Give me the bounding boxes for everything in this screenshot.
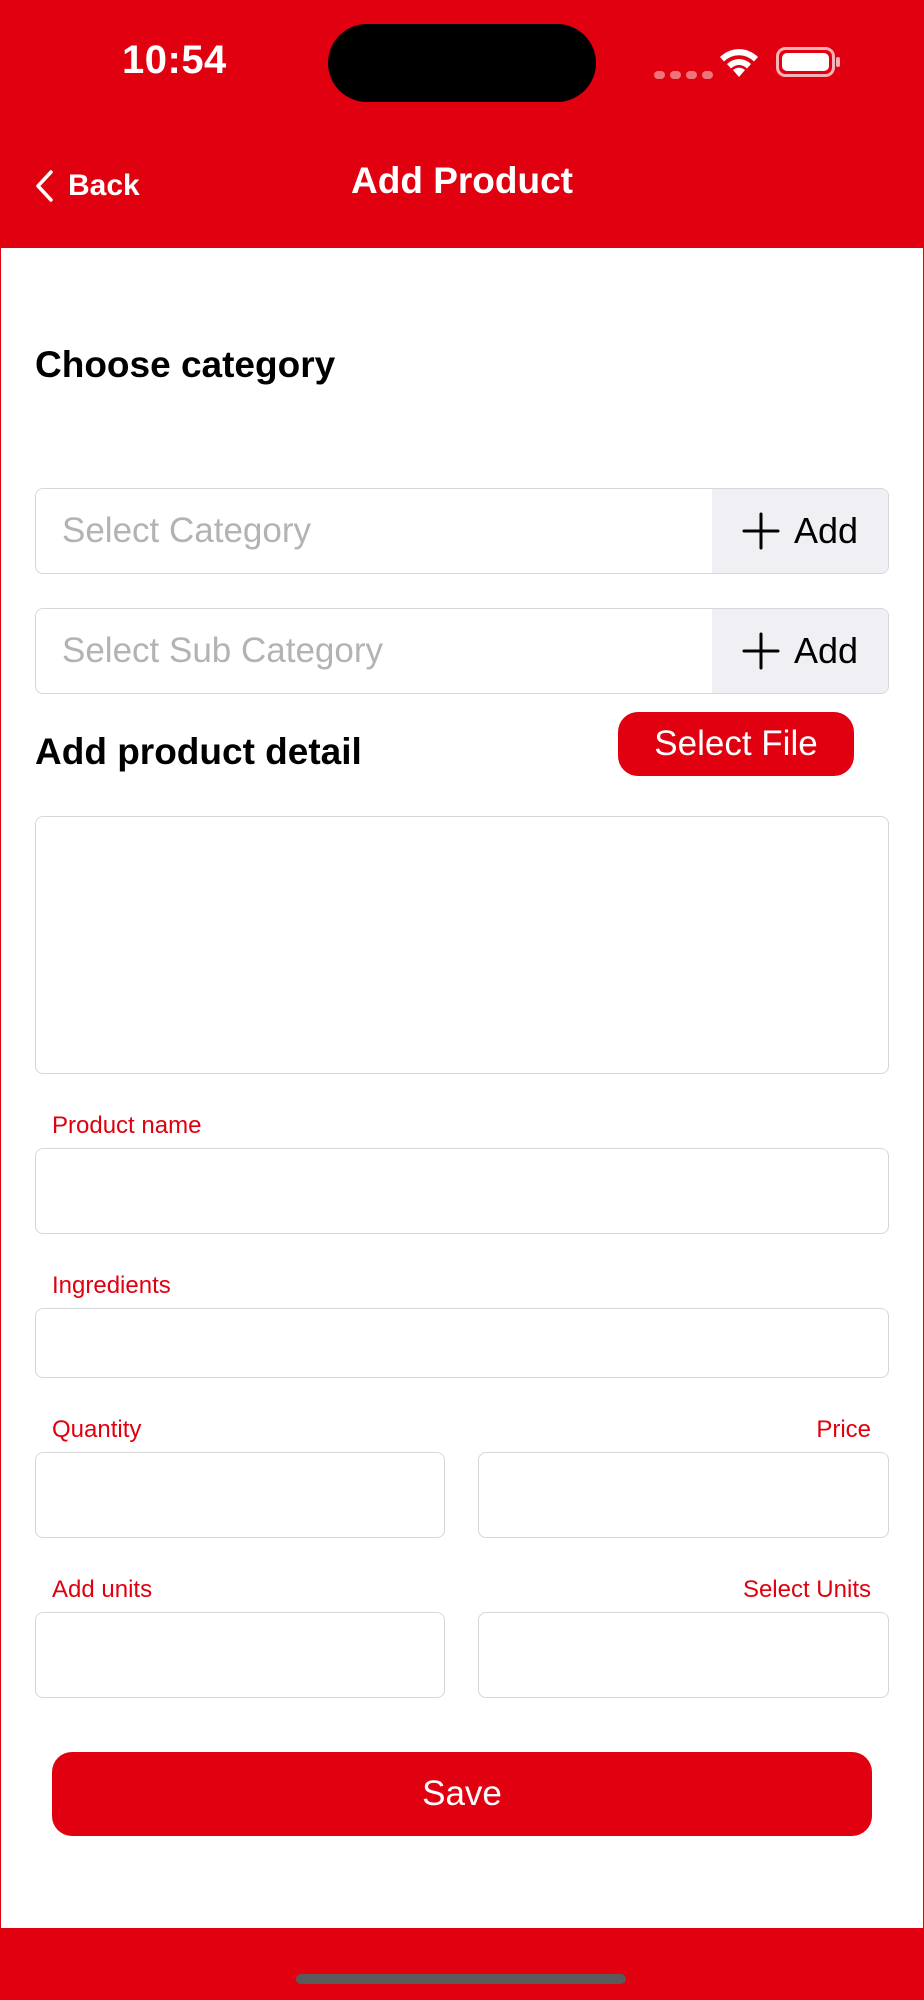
- choose-category-heading: Choose category: [35, 344, 336, 385]
- price-input[interactable]: [478, 1452, 889, 1538]
- add-sub-category-label: Add: [793, 630, 859, 671]
- plus-icon: [742, 632, 780, 670]
- select-sub-category-placeholder: Select Sub Category: [62, 631, 384, 670]
- dynamic-island: [328, 24, 596, 102]
- ingredients-input[interactable]: [35, 1308, 889, 1378]
- add-product-screen: 10:54 Back Add Product Choose category S…: [0, 0, 924, 2000]
- add-category-button[interactable]: Add: [712, 489, 888, 573]
- price-label: Price: [816, 1416, 871, 1443]
- home-indicator[interactable]: [296, 1974, 626, 1984]
- quantity-label: Quantity: [52, 1416, 142, 1443]
- select-units-dropdown[interactable]: [478, 1612, 889, 1698]
- battery-icon: [776, 47, 840, 77]
- add-category-label: Add: [793, 510, 859, 551]
- select-category-field[interactable]: Select Category Add: [35, 488, 889, 574]
- add-sub-category-button[interactable]: Add: [712, 609, 888, 693]
- select-sub-category-field[interactable]: Select Sub Category Add: [35, 608, 889, 694]
- product-detail-textarea[interactable]: [35, 816, 889, 1074]
- page-title: Add Product: [351, 160, 573, 201]
- product-name-input[interactable]: [35, 1148, 889, 1234]
- footer-bar: [0, 1928, 924, 2000]
- product-name-label: Product name: [52, 1112, 202, 1139]
- select-units-label: Select Units: [742, 1576, 871, 1603]
- status-time: 10:54: [122, 38, 227, 82]
- save-button[interactable]: Save: [52, 1752, 872, 1836]
- cellular-signal-icon: [654, 66, 718, 84]
- add-units-label: Add units: [52, 1576, 153, 1603]
- add-product-detail-heading: Add product detail: [35, 731, 362, 772]
- header-bar: 10:54 Back Add Product: [0, 0, 924, 248]
- ingredients-label: Ingredients: [52, 1272, 171, 1299]
- add-units-input[interactable]: [35, 1612, 445, 1698]
- plus-icon: [742, 512, 780, 550]
- wifi-icon: [720, 49, 758, 77]
- quantity-input[interactable]: [35, 1452, 445, 1538]
- select-category-placeholder: Select Category: [62, 511, 312, 550]
- select-file-button[interactable]: Select File: [618, 712, 854, 776]
